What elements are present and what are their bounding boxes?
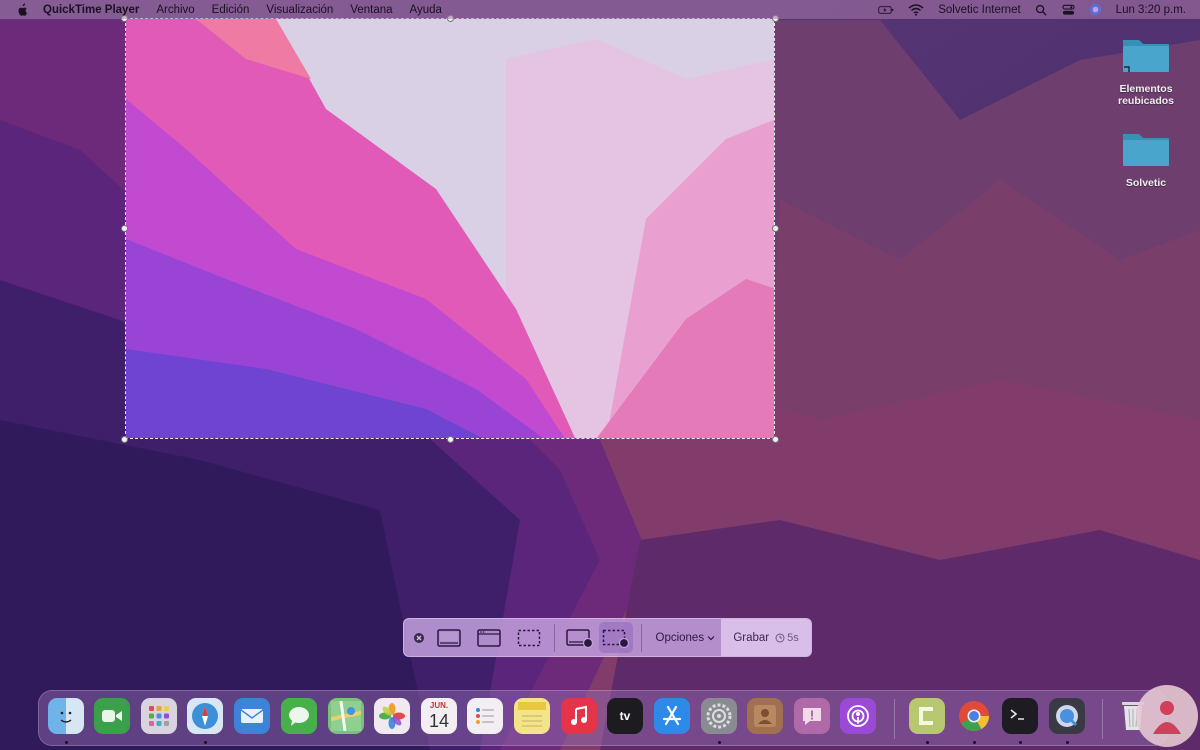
capture-entire-screen-button[interactable] <box>432 622 468 653</box>
safari-icon[interactable] <box>187 698 223 734</box>
control-center-icon[interactable] <box>1062 4 1075 16</box>
folder-icon <box>1123 134 1169 166</box>
record-entire-screen-button[interactable] <box>563 622 597 653</box>
podcasts-icon[interactable] <box>840 698 876 734</box>
watermark-logo <box>1136 685 1198 747</box>
feedback-icon[interactable] <box>794 698 830 734</box>
folder-alias-icon <box>1123 40 1169 72</box>
calendar-month: JUN. <box>429 701 449 710</box>
camtasia-icon[interactable] <box>909 698 945 734</box>
running-indicator <box>926 741 929 744</box>
record-selection-icon <box>602 629 629 648</box>
calendar-day: 14 <box>428 711 450 731</box>
record-screen-icon <box>566 628 594 648</box>
music-icon[interactable] <box>561 698 597 734</box>
close-toolbar-button[interactable] <box>406 622 432 653</box>
contacts-icon[interactable] <box>747 698 783 734</box>
menu-ventana[interactable]: Ventana <box>350 4 392 16</box>
photos-icon[interactable] <box>374 698 410 734</box>
capture-selection-area[interactable] <box>125 18 775 439</box>
running-indicator <box>973 741 976 744</box>
record-button[interactable]: Grabar 5s <box>721 619 811 656</box>
selection-icon <box>517 629 540 646</box>
menu-ayuda[interactable]: Ayuda <box>410 4 442 16</box>
timer-label: 5s <box>787 631 799 644</box>
selection-wallpaper-preview <box>126 19 774 438</box>
entire-screen-icon <box>437 628 462 647</box>
running-indicator <box>1066 741 1069 744</box>
menu-bar: QuickTime Player Archivo Edición Visuali… <box>0 0 1200 19</box>
record-label: Grabar <box>733 631 770 644</box>
window-icon <box>477 628 501 647</box>
dock: JUN. 14 tv <box>38 690 1168 746</box>
dock-divider <box>1102 699 1103 739</box>
running-indicator <box>1019 741 1022 744</box>
facetime-icon[interactable] <box>94 698 130 734</box>
apple-menu-icon[interactable] <box>15 2 29 17</box>
launchpad-icon[interactable] <box>141 698 177 734</box>
desktop-item-elementos-reubicados[interactable]: Elementos reubicados <box>1106 34 1186 107</box>
running-indicator <box>718 741 721 744</box>
apple-tv-label: tv <box>619 709 631 723</box>
calendar-icon[interactable]: JUN. 14 <box>421 698 457 734</box>
system-preferences-icon[interactable] <box>701 698 737 734</box>
options-label: Opciones <box>655 631 705 644</box>
chevron-down-icon <box>707 635 715 640</box>
menu-app-name[interactable]: QuickTime Player <box>43 4 139 16</box>
timer-icon <box>775 633 785 642</box>
close-icon <box>413 632 424 643</box>
wifi-icon[interactable] <box>908 3 924 16</box>
resize-handle-bottom-right[interactable] <box>772 436 779 443</box>
menu-edicion[interactable]: Edición <box>212 4 250 16</box>
desktop-item-label: Solvetic <box>1125 177 1167 189</box>
person-logo-icon <box>1153 701 1181 734</box>
quicktime-icon[interactable] <box>1049 698 1085 734</box>
siri-icon[interactable] <box>1089 3 1102 16</box>
resize-handle-bottom-left[interactable] <box>121 436 128 443</box>
capture-selection-button[interactable] <box>511 622 547 653</box>
running-indicator <box>65 741 68 744</box>
toolbar-divider <box>640 623 642 652</box>
dock-divider <box>894 699 895 739</box>
menu-visualizacion[interactable]: Visualización <box>266 4 333 16</box>
options-dropdown[interactable]: Opciones <box>650 632 722 644</box>
desktop-item-label: Elementos reubicados <box>1117 83 1175 107</box>
running-indicator <box>204 741 207 744</box>
maps-icon[interactable] <box>328 698 364 734</box>
app-store-icon[interactable] <box>654 698 690 734</box>
resize-handle-right[interactable] <box>772 225 779 232</box>
wifi-network-name[interactable]: Solvetic Internet <box>938 4 1020 16</box>
resize-handle-left[interactable] <box>121 225 128 232</box>
desktop-item-solvetic[interactable]: Solvetic <box>1106 128 1186 189</box>
menu-archivo[interactable]: Archivo <box>156 4 194 16</box>
menu-clock[interactable]: Lun 3:20 p.m. <box>1116 4 1186 16</box>
toolbar-divider <box>554 623 556 652</box>
terminal-icon[interactable] <box>1002 698 1038 734</box>
spotlight-search-icon[interactable] <box>1035 4 1048 16</box>
resize-handle-bottom[interactable] <box>447 436 454 443</box>
finder-icon[interactable] <box>48 698 84 734</box>
chrome-icon[interactable] <box>956 698 992 734</box>
mail-icon[interactable] <box>234 698 270 734</box>
timer-indicator: 5s <box>775 632 799 644</box>
reminders-icon[interactable] <box>467 698 503 734</box>
apple-tv-icon[interactable]: tv <box>607 698 643 734</box>
messages-icon[interactable] <box>281 698 317 734</box>
record-selected-portion-button[interactable] <box>598 622 633 653</box>
battery-charging-icon[interactable] <box>878 4 894 16</box>
notes-icon[interactable] <box>514 698 550 734</box>
screenshot-toolbar: Opciones Grabar 5s <box>403 618 812 657</box>
capture-window-button[interactable] <box>471 622 507 653</box>
